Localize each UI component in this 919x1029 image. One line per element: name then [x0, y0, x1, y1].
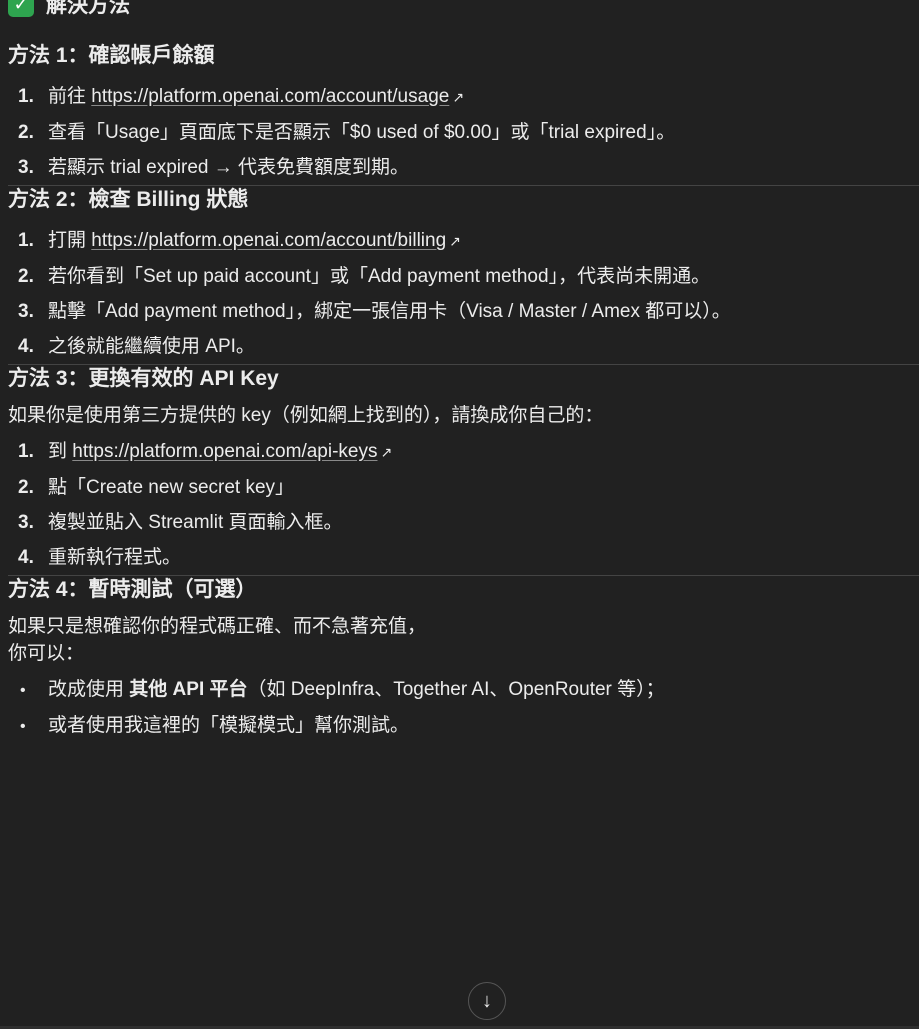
api-keys-link[interactable]: https://platform.openai.com/api-keys: [72, 441, 377, 462]
step-number: 1.: [18, 86, 34, 107]
external-link-icon: ↗: [449, 233, 461, 249]
list-item: 4. 之後就能繼續使用 API。: [8, 329, 919, 364]
section-title: 方法 1：確認帳戶餘額: [8, 44, 215, 67]
step-text: 打開 https://platform.openai.com/account/b…: [48, 223, 461, 259]
bullet-text-prefix: 改成使用: [48, 679, 130, 700]
bullet-dot: •: [20, 718, 26, 735]
check-mark-button-icon: ✓: [8, 0, 34, 17]
external-link-icon: ↗: [452, 89, 465, 105]
section-method-2: 方法 2：檢查 Billing 狀態 1. 打開 https://platfor…: [8, 186, 919, 364]
steps-list: 1. 到 https://platform.openai.com/api-key…: [8, 434, 919, 575]
section-intro-line-1: 如果只是想確認你的程式碼正確、而不急著充值，: [8, 616, 427, 637]
list-item: 3. 若顯示 trial expired → 代表免費額度到期。: [8, 150, 919, 185]
bullet-list: • 改成使用 其他 API 平台（如 DeepInfra、Together AI…: [8, 672, 919, 744]
section-method-3: 方法 3：更換有效的 API Key 如果你是使用第三方提供的 key（例如網上…: [8, 365, 919, 575]
step-number: 4.: [18, 336, 34, 357]
section-title: 方法 3：更換有效的 API Key: [8, 367, 279, 390]
bullet-text: 或者使用我這裡的「模擬模式」幫你測試。: [48, 715, 410, 736]
steps-list: 1. 前往 https://platform.openai.com/accoun…: [8, 79, 919, 185]
section-title: 方法 4：暫時測試（可選）: [8, 578, 257, 601]
bullet-text: 改成使用 其他 API 平台（如 DeepInfra、Together AI、O…: [48, 672, 665, 707]
list-item: 1. 前往 https://platform.openai.com/accoun…: [8, 79, 919, 115]
list-item: 3. 點擊「Add payment method」，綁定一張信用卡（Visa /…: [8, 294, 919, 329]
bullet-text-suffix: （如 DeepInfra、Together AI、OpenRouter 等）；: [247, 679, 665, 700]
step-text: 若顯示 trial expired → 代表免費額度到期。: [48, 157, 410, 178]
step-text: 若你看到「Set up paid account」或「Add payment m…: [48, 266, 711, 287]
step-number: 3.: [18, 157, 34, 178]
step-number: 1.: [18, 441, 34, 462]
list-item: 4. 重新執行程式。: [8, 540, 919, 575]
step-number: 2.: [18, 122, 34, 143]
step-text-prefix: 前往: [48, 86, 92, 107]
steps-list: 1. 打開 https://platform.openai.com/accoun…: [8, 223, 919, 364]
step-text: 查看「Usage」頁面底下是否顯示「$0 used of $0.00」或「tri…: [48, 122, 676, 143]
list-item: 3. 複製並貼入 Streamlit 頁面輸入框。: [8, 505, 919, 540]
step-text: 之後就能繼續使用 API。: [48, 336, 255, 357]
billing-link[interactable]: https://platform.openai.com/account/bill…: [91, 230, 446, 251]
step-text: 點「Create new secret key」: [48, 477, 295, 498]
step-number: 2.: [18, 477, 34, 498]
section-method-1: 方法 1：確認帳戶餘額 1. 前往 https://platform.opena…: [8, 42, 919, 185]
solution-heading-text: 解決方法: [46, 0, 130, 17]
section-intro-line-2: 你可以：: [8, 643, 85, 664]
section-method-4: 方法 4：暫時測試（可選） 如果只是想確認你的程式碼正確、而不急著充值， 你可以…: [8, 576, 919, 744]
list-item: • 或者使用我這裡的「模擬模式」幫你測試。: [8, 708, 919, 744]
solution-heading: ✓ 解決方法: [8, 0, 919, 22]
step-number: 4.: [18, 547, 34, 568]
bullet-text-bold: 其他 API 平台: [129, 679, 248, 700]
bullet-dot: •: [20, 682, 26, 699]
list-item: 1. 打開 https://platform.openai.com/accoun…: [8, 223, 919, 259]
message-content: ✓ 解決方法 方法 1：確認帳戶餘額 1. 前往 https://platfor…: [8, 0, 919, 744]
step-text: 複製並貼入 Streamlit 頁面輸入框。: [48, 512, 343, 533]
step-text-prefix: 打開: [48, 230, 92, 251]
step-text: 前往 https://platform.openai.com/account/u…: [48, 79, 464, 115]
external-link-icon: ↗: [380, 444, 393, 460]
list-item: • 改成使用 其他 API 平台（如 DeepInfra、Together AI…: [8, 672, 919, 708]
list-item: 2. 點「Create new secret key」: [8, 470, 919, 505]
list-item: 2. 若你看到「Set up paid account」或「Add paymen…: [8, 259, 919, 294]
step-text: 重新執行程式。: [48, 547, 182, 568]
step-text: 到 https://platform.openai.com/api-keys ↗: [48, 434, 392, 470]
usage-link[interactable]: https://platform.openai.com/account/usag…: [91, 86, 449, 107]
section-title: 方法 2：檢查 Billing 狀態: [8, 188, 249, 211]
arrow-down-icon: ↓: [482, 989, 492, 1012]
scroll-to-bottom-button[interactable]: ↓: [468, 982, 506, 1020]
step-text-prefix: 到: [48, 441, 73, 462]
step-number: 2.: [18, 266, 34, 287]
step-number: 1.: [18, 230, 34, 251]
list-item: 1. 到 https://platform.openai.com/api-key…: [8, 434, 919, 470]
step-number: 3.: [18, 301, 34, 322]
list-item: 2. 查看「Usage」頁面底下是否顯示「$0 used of $0.00」或「…: [8, 115, 919, 150]
step-number: 3.: [18, 512, 34, 533]
section-intro: 如果你是使用第三方提供的 key（例如網上找到的），請換成你自己的：: [8, 405, 604, 426]
step-text: 點擊「Add payment method」，綁定一張信用卡（Visa / Ma…: [48, 301, 731, 322]
